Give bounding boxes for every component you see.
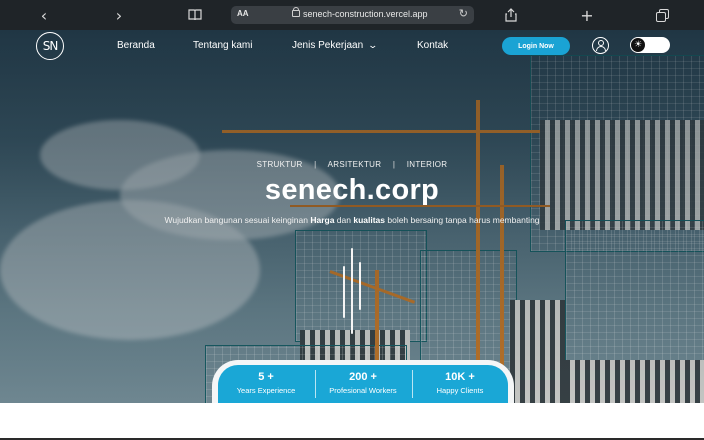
- scroll-indicator: [341, 248, 365, 334]
- stat-label: Profesional Workers: [329, 386, 397, 395]
- theme-toggle[interactable]: ☀: [630, 37, 670, 53]
- stat-value: 200 +: [349, 371, 377, 383]
- logo[interactable]: SN: [36, 32, 64, 60]
- tagline-text: boleh bersaing tanpa harus membanting: [385, 215, 540, 225]
- hero-tagline: Wujudkan bangunan sesuai keinginan Harga…: [0, 215, 704, 225]
- tagline-emphasis: kualitas: [353, 215, 385, 225]
- category-arsitektur: ARSITEKTUR: [327, 160, 382, 169]
- plus-icon[interactable]: +: [576, 4, 598, 26]
- tagline-emphasis: Harga: [310, 215, 335, 225]
- hero-title: senech.corp: [264, 174, 440, 206]
- browser-toolbar: ‹ › AA senech-construction.vercel.app ↻ …: [0, 0, 704, 30]
- tagline-text: Wujudkan bangunan sesuai keinginan: [164, 215, 311, 225]
- category-list: STRUKTUR | ARSITEKTUR | INTERIOR: [0, 160, 704, 169]
- category-separator: |: [314, 160, 317, 169]
- share-icon[interactable]: [500, 4, 522, 26]
- page-content-below: [0, 403, 704, 440]
- stat-years: 5 + Years Experience: [218, 371, 314, 395]
- stats-card: 5 + Years Experience 200 + Profesional W…: [218, 365, 508, 403]
- nav-link-label: Jenis Pekerjaan: [292, 40, 364, 51]
- nav-link-beranda[interactable]: Beranda: [117, 40, 155, 51]
- category-interior: INTERIOR: [406, 160, 448, 169]
- nav-dropdown-jenis-pekerjaan[interactable]: Jenis Pekerjaan ⌄: [292, 40, 379, 51]
- stat-label: Years Experience: [236, 386, 296, 395]
- tagline-text: dan: [334, 215, 354, 225]
- stat-label: Happy Clients: [436, 386, 484, 395]
- category-struktur: STRUKTUR: [256, 160, 303, 169]
- chevron-down-icon: ⌄: [367, 40, 379, 50]
- login-button[interactable]: Login Now: [502, 37, 570, 55]
- stat-value: 10K +: [445, 371, 475, 383]
- nav-link-kontak[interactable]: Kontak: [417, 40, 448, 51]
- nav-link-tentang-kami[interactable]: Tentang kami: [193, 40, 252, 51]
- reload-icon[interactable]: ↻: [459, 7, 468, 20]
- book-icon[interactable]: [184, 4, 206, 26]
- chevron-left-icon[interactable]: ‹: [33, 4, 55, 26]
- stat-value: 5 +: [258, 371, 274, 383]
- stat-workers: 200 + Profesional Workers: [315, 371, 411, 395]
- tabs-icon[interactable]: [651, 4, 673, 26]
- user-icon[interactable]: [592, 37, 609, 54]
- address-bar[interactable]: AA senech-construction.vercel.app ↻: [231, 6, 474, 24]
- category-separator: |: [392, 160, 396, 169]
- lock-icon: [292, 7, 300, 17]
- url-text: senech-construction.vercel.app: [303, 9, 428, 19]
- sun-icon: ☀: [631, 38, 645, 52]
- chevron-right-icon[interactable]: ›: [108, 4, 130, 26]
- stat-clients: 10K + Happy Clients: [412, 371, 508, 395]
- text-size-button[interactable]: AA: [237, 9, 249, 18]
